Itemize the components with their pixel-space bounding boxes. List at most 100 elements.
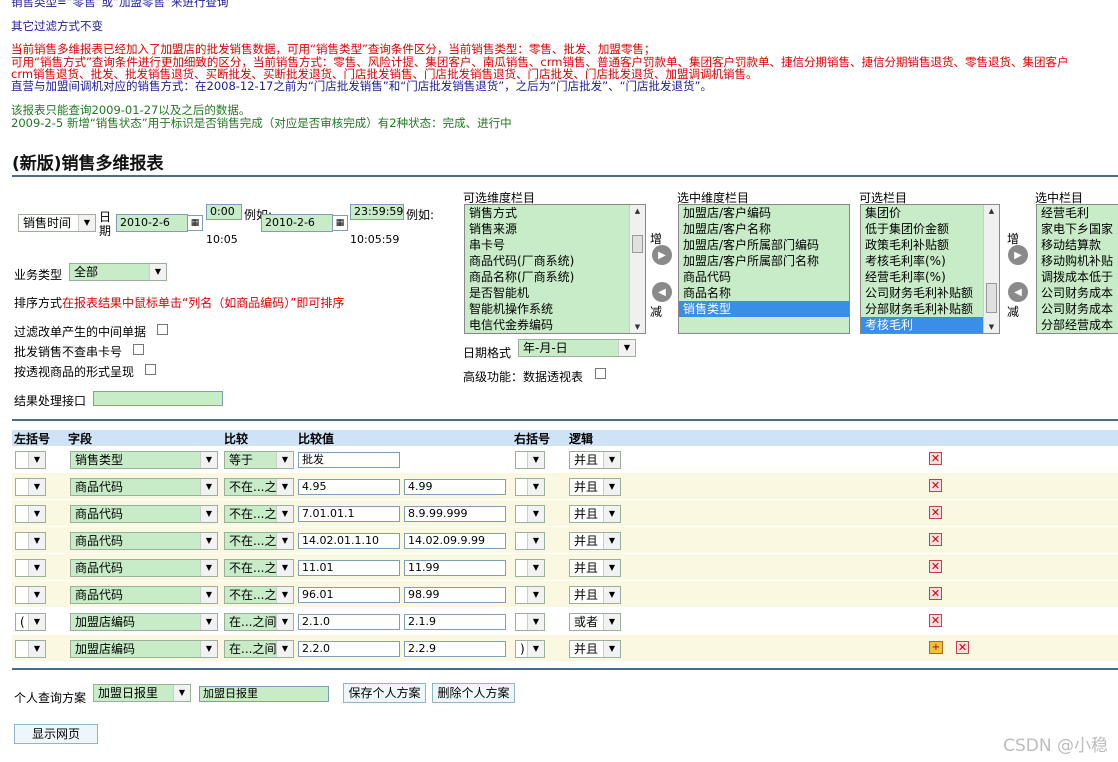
logic-select[interactable]: 并且 ▼ [569,532,621,550]
end-time-input[interactable]: 23:59:59 [350,204,404,220]
calendar-icon[interactable]: ▦ [187,215,203,231]
left-paren-select[interactable]: ▼ [15,586,46,604]
start-time-input[interactable]: 0:00 [206,204,242,220]
left-paren-select[interactable]: ▼ [15,640,46,658]
list-item[interactable]: 是否智能机 [465,285,645,301]
logic-select[interactable]: 并且 ▼ [569,478,621,496]
list-item[interactable]: 加盟店/客户名称 [679,221,849,237]
result-interface-input[interactable] [93,391,223,406]
value1-input[interactable]: 2.2.0 [298,641,400,657]
list-item[interactable]: 商品名称(厂商系统) [465,269,645,285]
value2-input[interactable]: 14.02.09.9.99 [404,533,506,549]
value1-input[interactable]: 7.01.01.1 [298,506,400,522]
start-date-input[interactable]: 2010-2-6 [116,214,188,232]
list-item-selected[interactable]: 考核毛利 [861,317,999,333]
list-item[interactable]: 商品代码(厂商系统) [465,253,645,269]
right-paren-select[interactable]: ▼ [515,451,545,469]
list-item[interactable]: 销售来源 [465,221,645,237]
delete-row-icon[interactable]: ✕ [929,560,942,573]
list-item[interactable]: 调拨成本低于 [1037,269,1118,285]
save-scheme-button[interactable]: 保存个人方案 [343,683,426,703]
scrollbar[interactable]: ▲ ▼ [629,205,645,333]
list-item[interactable]: 销售方式 [465,205,645,221]
list-item[interactable]: 公司财务成本 [1037,285,1118,301]
show-webpage-button[interactable]: 显示网页 [14,724,98,744]
list-item[interactable]: 分部财务毛利补贴额 [861,301,999,317]
compare-select[interactable]: 不在...之 ▼ [224,586,294,604]
remove-col-button[interactable]: ◀ [1008,282,1028,302]
field-select[interactable]: 商品代码 ▼ [70,559,218,577]
add-col-button[interactable]: ▶ [1008,245,1028,265]
value2-input[interactable]: 8.9.99.999 [404,506,506,522]
scheme-name-input[interactable]: 加盟日报里 [199,686,329,702]
value1-input[interactable]: 批发 [298,452,400,468]
add-dim-button[interactable]: ▶ [652,245,672,265]
right-paren-select[interactable]: ▼ [515,559,545,577]
list-item[interactable]: 公司财务毛利补贴额 [861,285,999,301]
delete-row-icon[interactable]: ✕ [929,506,942,519]
list-item[interactable]: 考核毛利率(%) [861,253,999,269]
field-select[interactable]: 加盟店编码 ▼ [70,640,218,658]
list-item[interactable]: 低于集团价金额 [861,221,999,237]
list-item[interactable]: 加盟店/客户所属部门名称 [679,253,849,269]
list-item[interactable]: 电信代金券编码 [465,317,645,333]
list-item[interactable]: 商品名称 [679,285,849,301]
list-item[interactable]: 公司财务成本 [1037,301,1118,317]
scheme-select[interactable]: 加盟日报里 ▼ [93,684,191,702]
logic-select[interactable]: 并且 ▼ [569,451,621,469]
list-item[interactable]: 分部经营成本 [1037,317,1118,333]
delete-row-icon[interactable]: ✕ [929,452,942,465]
compare-select[interactable]: 不在...之 ▼ [224,559,294,577]
value1-input[interactable]: 11.01 [298,560,400,576]
selected-dims-list[interactable]: 加盟店/客户编码 加盟店/客户名称 加盟店/客户所属部门编码 加盟店/客户所属部… [678,204,850,334]
left-paren-select[interactable]: ▼ [15,478,46,496]
delete-row-icon[interactable]: ✕ [956,641,969,654]
logic-select[interactable]: 或者 ▼ [569,613,621,631]
list-item[interactable]: 政策毛利补贴额 [861,237,999,253]
logic-select[interactable]: 并且 ▼ [569,505,621,523]
list-item[interactable]: 加盟店/客户所属部门编码 [679,237,849,253]
left-paren-select[interactable]: ▼ [15,505,46,523]
list-item[interactable]: 智能机操作系统 [465,301,645,317]
end-date-input[interactable]: 2010-2-6 [261,214,333,232]
left-paren-select[interactable]: ▼ [15,532,46,550]
compare-select[interactable]: 在...之间 ▼ [224,613,294,631]
list-item[interactable]: 家电下乡国家 [1037,221,1118,237]
left-paren-select[interactable]: (▼ [15,613,46,631]
list-item[interactable]: 移动结算款 [1037,237,1118,253]
compare-select[interactable]: 不在...之 ▼ [224,478,294,496]
logic-select[interactable]: 并且 ▼ [569,559,621,577]
list-item[interactable]: 加盟店/客户编码 [679,205,849,221]
right-paren-select[interactable]: ▼ [515,613,545,631]
right-paren-select[interactable]: ▼ [515,532,545,550]
add-row-icon[interactable]: + [929,641,943,654]
field-select[interactable]: 商品代码 ▼ [70,478,218,496]
remove-dim-button[interactable]: ◀ [652,282,672,302]
field-select[interactable]: 商品代码 ▼ [70,505,218,523]
list-item[interactable]: 移动购机补贴 [1037,253,1118,269]
value2-input[interactable]: 11.99 [404,560,506,576]
compare-select[interactable]: 不在...之 ▼ [224,532,294,550]
date-format-select[interactable]: 年-月-日 ▼ [518,339,636,357]
no-serial-checkbox[interactable] [133,344,144,355]
field-select[interactable]: 商品代码 ▼ [70,586,218,604]
scrollbar[interactable]: ▲ ▼ [983,205,999,333]
list-item[interactable]: 经营毛利率(%) [861,269,999,285]
avail-dims-list[interactable]: 销售方式 销售来源 串卡号 商品代码(厂商系统) 商品名称(厂商系统) 是否智能… [464,204,646,334]
field-select[interactable]: 商品代码 ▼ [70,532,218,550]
right-paren-select[interactable]: ) ▼ [515,640,545,658]
field-select[interactable]: 销售类型 ▼ [70,451,218,469]
list-item[interactable]: 经营毛利 [1037,205,1118,221]
compare-select[interactable]: 在...之间 ▼ [224,640,294,658]
value2-input[interactable]: 4.99 [404,479,506,495]
filter-change-checkbox[interactable] [157,324,168,335]
value2-input[interactable]: 98.99 [404,587,506,603]
delete-scheme-button[interactable]: 删除个人方案 [432,683,515,703]
list-item[interactable]: 串卡号 [465,237,645,253]
logic-select[interactable]: 并且 ▼ [569,586,621,604]
value2-input[interactable]: 2.1.9 [404,614,506,630]
calendar-icon[interactable]: ▦ [332,215,348,231]
list-item[interactable]: 集团价 [861,205,999,221]
field-select[interactable]: 加盟店编码 ▼ [70,613,218,631]
value1-input[interactable]: 2.1.0 [298,614,400,630]
